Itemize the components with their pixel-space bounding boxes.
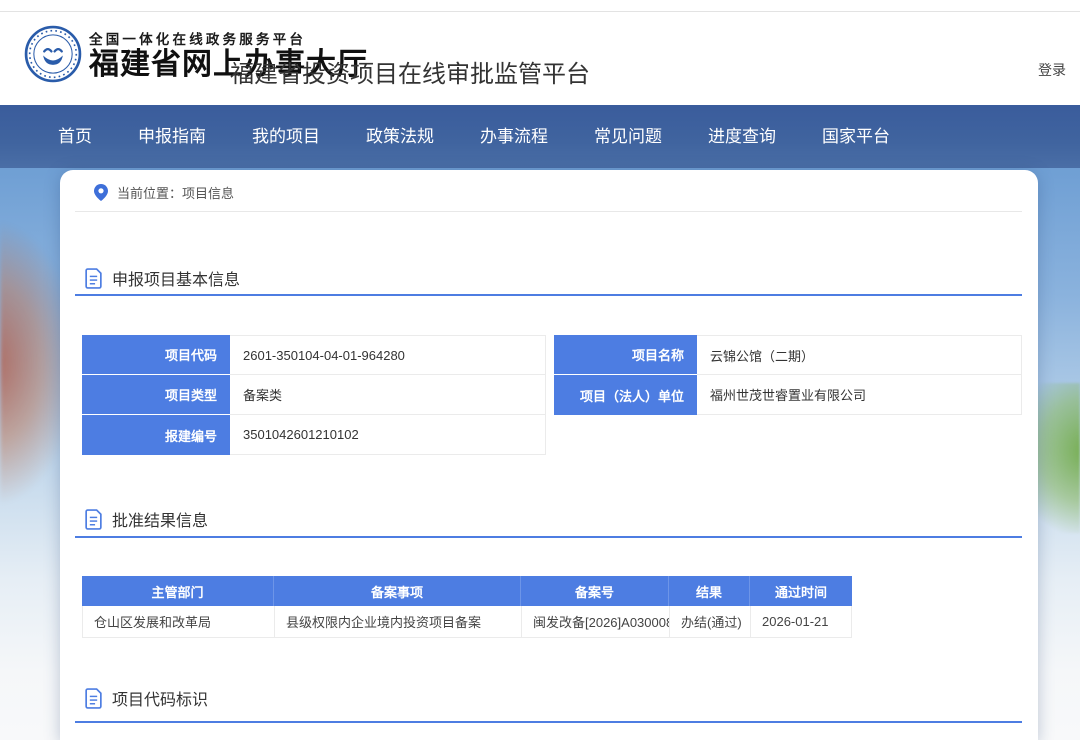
section-approval-result-header: 批准结果信息 xyxy=(84,507,208,531)
nav-item-faq[interactable]: 常见问题 xyxy=(571,105,685,168)
nav-item-my-projects[interactable]: 我的项目 xyxy=(229,105,343,168)
login-link[interactable]: 登录 xyxy=(1038,60,1066,80)
section-title: 项目代码标识 xyxy=(112,686,208,710)
field-value-project-type: 备案类 xyxy=(230,375,546,415)
document-icon xyxy=(84,509,103,530)
nav-item-progress-query[interactable]: 进度查询 xyxy=(685,105,799,168)
column-header-pass-date: 通过时间 xyxy=(750,576,852,606)
column-header-result: 结果 xyxy=(669,576,750,606)
section-title: 批准结果信息 xyxy=(112,507,208,531)
breadcrumb: 当前位置：项目信息 xyxy=(94,183,234,202)
field-label-project-code: 项目代码 xyxy=(82,335,230,375)
field-label-construction-number: 报建编号 xyxy=(82,415,230,455)
nav-item-declare-guide[interactable]: 申报指南 xyxy=(115,105,229,168)
content-panel: 当前位置：项目信息 申报项目基本信息 项目代码 2601-350104 xyxy=(60,170,1038,740)
site-header: 全国一体化在线政务服务平台 福建省网上办事大厅 福建省投资项目在线审批监管平台 … xyxy=(0,12,1080,105)
field-label-project-name: 项目名称 xyxy=(554,335,697,375)
column-header-filing-item: 备案事项 xyxy=(274,576,521,606)
table-row: 仓山区发展和改革局 县级权限内企业境内投资项目备案 闽发改备[2026]A030… xyxy=(82,606,852,638)
nav-item-policies[interactable]: 政策法规 xyxy=(343,105,457,168)
page: 全国一体化在线政务服务平台 福建省网上办事大厅 福建省投资项目在线审批监管平台 … xyxy=(0,0,1080,740)
approval-result-table: 主管部门 备案事项 备案号 结果 通过时间 仓山区发展和改革局 县级权限内企业境… xyxy=(82,576,852,638)
document-icon xyxy=(84,688,103,709)
logo-emblem-icon xyxy=(24,25,82,83)
location-pin-icon xyxy=(94,184,108,201)
column-header-filing-number: 备案号 xyxy=(521,576,669,606)
table-row: 项目（法人）单位 福州世茂世睿置业有限公司 xyxy=(554,375,1022,415)
document-icon xyxy=(84,268,103,289)
basic-info-table: 项目代码 2601-350104-04-01-964280 项目类型 备案类 报… xyxy=(82,335,1022,455)
table-header-row: 主管部门 备案事项 备案号 结果 通过时间 xyxy=(82,576,852,606)
cell-filing-item: 县级权限内企业境内投资项目备案 xyxy=(275,606,522,637)
breadcrumb-label: 当前位置：项目信息 xyxy=(117,183,234,202)
platform-title: 福建省投资项目在线审批监管平台 xyxy=(230,54,590,89)
nav-item-national-platform[interactable]: 国家平台 xyxy=(799,105,913,168)
table-row: 报建编号 3501042601210102 xyxy=(82,415,546,455)
field-label-project-type: 项目类型 xyxy=(82,375,230,415)
nav-item-home[interactable]: 首页 xyxy=(35,105,115,168)
logo-tagline: 全国一体化在线政务服务平台 xyxy=(89,28,368,48)
section-title: 申报项目基本信息 xyxy=(112,266,240,290)
table-row: 项目类型 备案类 xyxy=(82,375,546,415)
basic-info-left-column: 项目代码 2601-350104-04-01-964280 项目类型 备案类 报… xyxy=(82,335,546,455)
cell-pass-date: 2026-01-21 xyxy=(751,606,851,637)
table-row: 项目名称 云锦公馆（二期） xyxy=(554,335,1022,375)
cell-filing-number: 闽发改备[2026]A030008 xyxy=(522,606,670,637)
section-underline xyxy=(75,721,1022,723)
field-value-project-name: 云锦公馆（二期） xyxy=(697,335,1022,375)
section-project-code-header: 项目代码标识 xyxy=(84,686,208,710)
section-underline xyxy=(75,294,1022,296)
main-background: 当前位置：项目信息 申报项目基本信息 项目代码 2601-350104 xyxy=(0,168,1080,740)
field-value-project-code: 2601-350104-04-01-964280 xyxy=(230,335,546,375)
field-value-legal-entity: 福州世茂世睿置业有限公司 xyxy=(697,375,1022,415)
column-header-department: 主管部门 xyxy=(82,576,274,606)
basic-info-right-column: 项目名称 云锦公馆（二期） 项目（法人）单位 福州世茂世睿置业有限公司 xyxy=(554,335,1022,455)
field-value-construction-number: 3501042601210102 xyxy=(230,415,546,455)
table-row: 项目代码 2601-350104-04-01-964280 xyxy=(82,335,546,375)
breadcrumb-divider xyxy=(75,211,1022,212)
cell-department: 仓山区发展和改革局 xyxy=(83,606,275,637)
cell-result: 办结(通过) xyxy=(670,606,751,637)
section-basic-info-header: 申报项目基本信息 xyxy=(84,266,240,290)
section-underline xyxy=(75,536,1022,538)
nav-item-process[interactable]: 办事流程 xyxy=(457,105,571,168)
main-nav: 首页 申报指南 我的项目 政策法规 办事流程 常见问题 进度查询 国家平台 xyxy=(0,105,1080,168)
field-label-legal-entity: 项目（法人）单位 xyxy=(554,375,697,415)
